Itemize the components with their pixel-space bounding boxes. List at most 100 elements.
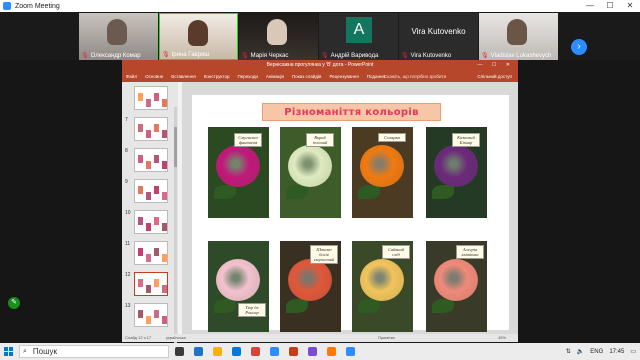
- slide[interactable]: Різноманіття кольорів Смугаста фантазія В…: [192, 95, 509, 332]
- thumbnail-image: [154, 279, 159, 287]
- slide-number: 9: [125, 179, 128, 185]
- participant-video: [267, 19, 287, 45]
- leaf-shape: [214, 185, 236, 199]
- slide-thumbnail[interactable]: [134, 148, 168, 172]
- participant-tile[interactable]: 🎙 Марія Черкас: [239, 13, 318, 60]
- slide-thumbnail-row[interactable]: 13: [122, 301, 178, 329]
- scroll-thumb[interactable]: [174, 127, 177, 167]
- taskbar-search[interactable]: ⌕ Пошук: [19, 345, 169, 358]
- ribbon-tab[interactable]: Анімація: [266, 74, 284, 79]
- thumbnail-image: [138, 155, 143, 163]
- slide-thumbnail-row[interactable]: 8: [122, 146, 178, 174]
- taskbar-app-icon[interactable]: [190, 345, 207, 358]
- thumbnail-image: [138, 310, 143, 318]
- participant-tile[interactable]: A 🎙 Андрій Варивода: [319, 13, 398, 60]
- thumbnail-image: [146, 316, 151, 324]
- slide-thumbnail-row[interactable]: 11: [122, 239, 178, 267]
- slide-thumbnail-row[interactable]: 7: [122, 115, 178, 143]
- rose-bloom: [288, 259, 332, 301]
- rose-caption[interactable]: Вкрай зелений: [306, 133, 334, 147]
- taskbar-app-icon[interactable]: [228, 345, 245, 358]
- slide-thumbnail-row[interactable]: 9: [122, 177, 178, 205]
- rose-bloom: [360, 259, 404, 301]
- start-button[interactable]: [0, 343, 17, 360]
- zoom-level[interactable]: 45%: [498, 335, 506, 340]
- thumbnails-scrollbar[interactable]: [174, 107, 177, 353]
- participant-label: 🎙 Ірина Гавриш: [162, 51, 209, 59]
- thumbnail-image: [138, 124, 143, 132]
- clock[interactable]: 17:45: [609, 349, 624, 355]
- taskbar-app-icon[interactable]: [247, 345, 264, 358]
- taskbar-app-icon[interactable]: [342, 345, 359, 358]
- rose-caption[interactable]: Тюр де Ронсар: [238, 303, 266, 317]
- taskbar-app-icon[interactable]: [171, 345, 188, 358]
- app-icon: [213, 347, 222, 356]
- rose-caption[interactable]: Солярка: [378, 133, 406, 142]
- close-button[interactable]: ✕: [620, 0, 640, 12]
- taskbar-app-icon[interactable]: [209, 345, 226, 358]
- leaf-shape: [286, 299, 308, 313]
- participant-name-display: Vira Kutovenko: [411, 27, 466, 36]
- ribbon-tab[interactable]: Подання: [367, 74, 385, 79]
- avatar: A: [346, 17, 372, 43]
- rose-photo[interactable]: [208, 241, 269, 332]
- slide-thumbnail[interactable]: [134, 179, 168, 203]
- ribbon-tab[interactable]: Переходи: [237, 74, 257, 79]
- rose-caption[interactable]: Сяйвний схід: [382, 245, 410, 259]
- mic-muted-icon: 🎙: [162, 52, 170, 58]
- rose-caption[interactable]: Штамп богів смугастий: [310, 245, 338, 264]
- window-controls: — ☐ ✕: [580, 0, 640, 12]
- next-participants-button[interactable]: ›: [571, 39, 587, 55]
- participant-tile-active-speaker[interactable]: 🎙 Ірина Гавриш: [159, 13, 238, 60]
- slide-heading[interactable]: Різноманіття кольорів: [262, 103, 441, 121]
- thumbnail-image: [154, 155, 159, 163]
- language-indicator[interactable]: українська: [166, 335, 186, 340]
- maximize-button[interactable]: ☐: [600, 0, 620, 12]
- thumbnail-image: [154, 124, 159, 132]
- slide-thumbnail[interactable]: [134, 272, 168, 296]
- slide-thumbnail[interactable]: [134, 210, 168, 234]
- app-icon: [289, 347, 298, 356]
- slide-thumbnail[interactable]: [134, 117, 168, 141]
- powerpoint-window: Вернісажна прогулянка у 'В' дота - Power…: [122, 60, 518, 353]
- mic-muted-icon: 🎙: [321, 53, 329, 59]
- taskbar-app-icon[interactable]: [266, 345, 283, 358]
- ribbon-tab[interactable]: Файл: [126, 74, 137, 79]
- volume-icon[interactable]: 🔈: [577, 348, 584, 355]
- participant-name: Андрій Варивода: [330, 52, 379, 59]
- ribbon-tab[interactable]: Вставлення: [171, 74, 196, 79]
- ribbon-tab[interactable]: Конструктор: [204, 74, 230, 79]
- participant-tile[interactable]: Vira Kutovenko 🎙 Vira Kutovenko: [399, 13, 478, 60]
- network-icon[interactable]: ⇅: [566, 348, 571, 355]
- ppt-share-button[interactable]: Спільний доступ: [477, 74, 512, 79]
- slide-thumbnail-row[interactable]: 12: [122, 270, 178, 298]
- ppt-window-controls[interactable]: — ☐ ✕: [478, 62, 514, 68]
- participant-name: Vira Kutovenko: [410, 52, 452, 59]
- pen-annotation-icon[interactable]: ✎: [8, 297, 20, 309]
- slide-thumbnail-row[interactable]: 10: [122, 208, 178, 236]
- language-indicator[interactable]: ENG: [590, 349, 603, 355]
- app-icon: [194, 347, 203, 356]
- rose-caption[interactable]: Смугаста фантазія: [234, 133, 262, 147]
- participant-tile[interactable]: 🎙 Олександр Комар: [79, 13, 158, 60]
- rose-caption[interactable]: Алегрія квіткова: [456, 245, 484, 259]
- taskbar-app-icon[interactable]: [304, 345, 321, 358]
- ribbon-tab[interactable]: Показ слайдів: [292, 74, 321, 79]
- participant-tile[interactable]: 🎙 Vladislav Lukashevych: [479, 13, 558, 60]
- ribbon-tab[interactable]: Рецензування: [329, 74, 358, 79]
- ribbon-tab[interactable]: Основне: [145, 74, 163, 79]
- slide-thumbnail-row[interactable]: [122, 84, 178, 112]
- minimize-button[interactable]: —: [580, 0, 600, 12]
- slide-thumbnail[interactable]: [134, 241, 168, 265]
- slide-thumbnail[interactable]: [134, 303, 168, 327]
- taskbar-app-icon[interactable]: [323, 345, 340, 358]
- notifications-icon[interactable]: ▭: [630, 348, 636, 355]
- rose-caption[interactable]: Казковий Бізнар: [452, 133, 480, 147]
- mic-muted-icon: 🎙: [401, 53, 409, 59]
- ppt-tell-me-search[interactable]: Скажіть, що потрібно зробити: [384, 74, 446, 79]
- taskbar-app-icon[interactable]: [285, 345, 302, 358]
- notes-button[interactable]: Примітки: [378, 335, 395, 340]
- app-icon: [251, 347, 260, 356]
- slide-thumbnail[interactable]: [134, 86, 168, 110]
- rose-bloom: [288, 145, 332, 187]
